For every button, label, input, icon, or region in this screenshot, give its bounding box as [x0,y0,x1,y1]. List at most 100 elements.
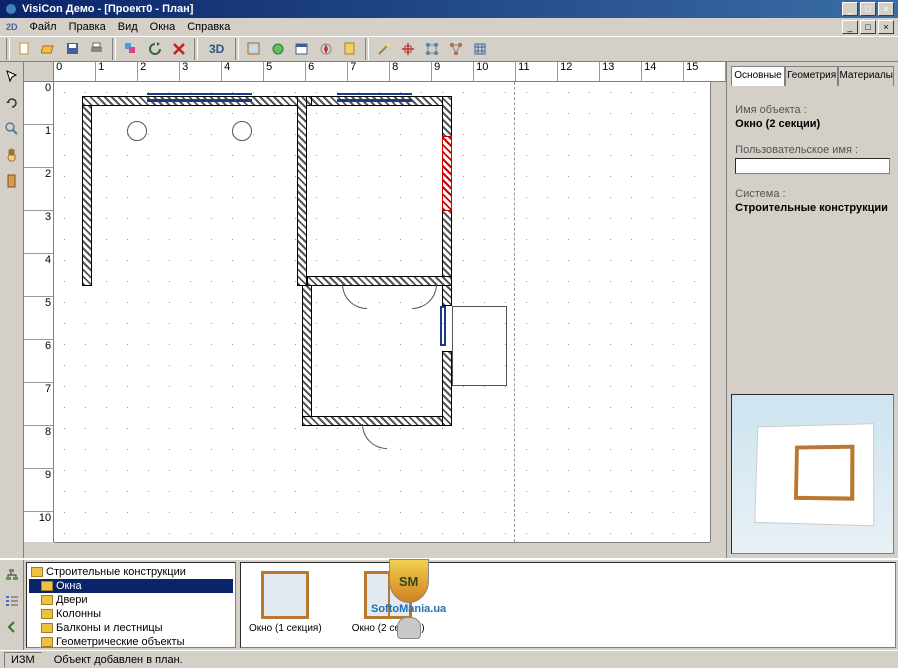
panel-button-5[interactable] [339,38,361,60]
preview-3d[interactable] [731,394,894,554]
calendar-icon [294,41,310,57]
panel-button-3[interactable] [291,38,313,60]
wand-icon [376,41,392,57]
tab-geometry[interactable]: Геометрия [785,66,839,86]
wand-button[interactable] [373,38,395,60]
mdi-minimize-button[interactable]: _ [842,20,858,34]
save-icon [65,41,81,57]
ruler-vertical: 012345678910 [24,82,54,542]
maximize-button[interactable]: □ [860,2,876,16]
delete-icon [171,41,187,57]
zoom-tool[interactable] [1,118,23,140]
floor-plan-canvas[interactable] [54,82,710,542]
select-tool[interactable] [1,66,23,88]
horizontal-scrollbar[interactable] [54,542,710,558]
user-name-input[interactable] [735,158,890,174]
door-tool[interactable] [1,170,23,192]
back-icon [4,619,20,635]
open-icon [41,41,57,57]
tab-main[interactable]: Основные [731,66,785,86]
tree-doors[interactable]: Двери [29,593,233,607]
panel-button-2[interactable] [267,38,289,60]
zoom-icon [4,121,20,137]
tree-geom[interactable]: Геометрические объекты [29,635,233,648]
hand-icon [4,147,20,163]
print-icon [89,41,105,57]
menu-help[interactable]: Справка [181,19,236,35]
mdi-close-button[interactable]: × [878,20,894,34]
library-item-window1[interactable]: Окно (1 секция) [249,571,322,639]
menu-windows[interactable]: Окна [144,19,182,35]
delete-button[interactable] [168,38,190,60]
window-title: VisiCon Демо - [Проект0 - План] [22,3,193,15]
folder-icon [31,567,43,577]
lib-button-1[interactable] [1,564,23,586]
left-toolbar [0,62,24,558]
grid-button[interactable] [469,38,491,60]
globe-icon [270,41,286,57]
titlebar: VisiCon Демо - [Проект0 - План] _ □ × [0,0,898,18]
rotate-icon [147,41,163,57]
library-tree[interactable]: Строительные конструкции Окна Двери Коло… [26,562,236,648]
grid-icon [472,41,488,57]
net2-icon [448,41,464,57]
menu-view[interactable]: Вид [112,19,144,35]
panel-button-1[interactable] [243,38,265,60]
minimize-button[interactable]: _ [842,2,858,16]
panel-button-4[interactable] [315,38,337,60]
mode-2d-badge: 2D [4,20,20,34]
new-icon [17,41,33,57]
compass-icon [318,41,334,57]
snap-button[interactable] [397,38,419,60]
main-toolbar: 3D [0,36,898,62]
tree-columns[interactable]: Колонны [29,607,233,621]
rotate2-icon [4,95,20,111]
object-name-label: Имя объекта : [735,104,890,116]
net-button-2[interactable] [445,38,467,60]
door-icon [4,173,20,189]
statusbar: ИЗМ Объект добавлен в план. [0,650,898,668]
mode-3d-button[interactable]: 3D [202,38,231,60]
close-button[interactable]: × [878,2,894,16]
status-mode: ИЗМ [4,652,42,668]
library-panel: Строительные конструкции Окна Двери Коло… [0,558,898,650]
new-button[interactable] [14,38,36,60]
layers-button[interactable] [120,38,142,60]
menu-file[interactable]: Файл [24,19,63,35]
tree-balconies[interactable]: Балконы и лестницы [29,621,233,635]
net-button-1[interactable] [421,38,443,60]
mdi-maximize-button[interactable]: □ [860,20,876,34]
window-icon [246,41,262,57]
folder-icon [41,609,53,619]
hierarchy-icon [4,567,20,583]
properties-panel: Основные Геометрия Материалы Имя объекта… [726,62,898,558]
net-icon [424,41,440,57]
tree-root[interactable]: Строительные конструкции [29,565,233,579]
tree-windows[interactable]: Окна [29,579,233,593]
book-icon [342,41,358,57]
rotate-button[interactable] [144,38,166,60]
lib-button-2[interactable] [1,590,23,612]
print-button[interactable] [86,38,108,60]
menu-edit[interactable]: Правка [63,19,112,35]
app-icon [4,2,18,16]
open-button[interactable] [38,38,60,60]
vertical-scrollbar[interactable] [710,82,726,542]
rotate-tool[interactable] [1,92,23,114]
user-name-label: Пользовательское имя : [735,144,890,156]
folder-icon [41,623,53,633]
folder-icon [41,581,53,591]
folder-icon [41,637,53,647]
system-label: Система : [735,188,890,200]
lib-button-3[interactable] [1,616,23,638]
menubar: 2D Файл Правка Вид Окна Справка _ □ × [0,18,898,36]
snap-icon [400,41,416,57]
canvas-area: 0123456789101112131415 012345678910 [24,62,726,558]
ruler-horizontal: 0123456789101112131415 [54,62,726,82]
library-item-window2[interactable]: Окно (2 секции) [352,571,425,639]
library-items: Окно (1 секция) Окно (2 секции) SM Softo… [240,562,896,648]
tab-materials[interactable]: Материалы [838,66,894,86]
save-button[interactable] [62,38,84,60]
object-name-value: Окно (2 секции) [735,118,890,130]
hand-tool[interactable] [1,144,23,166]
